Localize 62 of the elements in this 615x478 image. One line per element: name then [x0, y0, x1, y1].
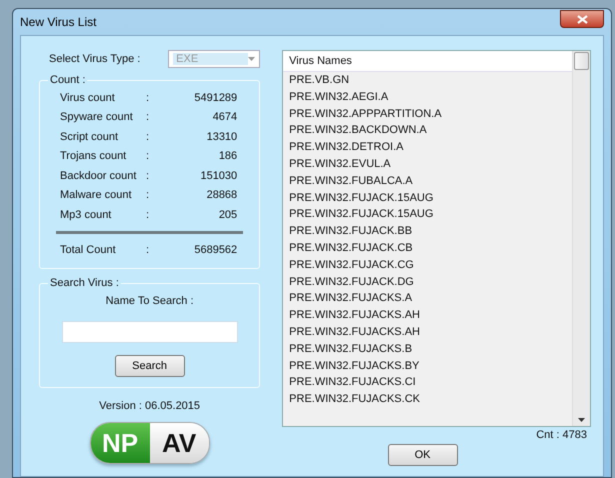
- list-item[interactable]: PRE.WIN32.FUJACK.DG: [283, 274, 572, 290]
- logo: NP AV: [90, 422, 210, 464]
- list-item[interactable]: PRE.WIN32.FUJACK.CB: [283, 240, 572, 257]
- count-label: Total Count: [60, 244, 117, 256]
- count-value: 4674: [212, 111, 238, 124]
- list-item[interactable]: PRE.WIN32.FUJACKS.AH: [283, 324, 572, 341]
- count-label: Trojans count: [60, 150, 128, 162]
- search-field[interactable]: [62, 321, 238, 343]
- count-value: 205: [218, 208, 238, 221]
- list-item[interactable]: PRE.WIN32.EVUL.A: [283, 156, 572, 173]
- column-header[interactable]: Virus Names: [283, 51, 572, 72]
- list-item[interactable]: PRE.WIN32.FUJACKS.A: [283, 290, 572, 308]
- count-total-text: Cnt : 4783: [536, 429, 588, 441]
- scroll-down-icon: [578, 418, 585, 422]
- version-text: Version : 06.05.2015: [98, 400, 202, 412]
- list-item[interactable]: PRE.WIN32.AEGI.A: [283, 88, 572, 106]
- separator-colon: :: [146, 92, 150, 104]
- scrollbar[interactable]: [572, 51, 590, 426]
- count-label: Backdoor count: [60, 170, 138, 182]
- list-item[interactable]: PRE.WIN32.FUJACKS.CI: [283, 374, 572, 392]
- separator-colon: :: [146, 111, 150, 124]
- close-icon: [576, 14, 588, 24]
- search-button[interactable]: Search: [114, 355, 185, 377]
- list-item[interactable]: PRE.WIN32.FUJACKS.CK: [283, 391, 572, 408]
- count-label: Script count: [60, 130, 120, 143]
- close-button[interactable]: [560, 10, 604, 28]
- count-value: 5689562: [193, 244, 238, 256]
- count-value: 5491289: [193, 92, 238, 104]
- count-label: Spyware count: [60, 111, 134, 124]
- list-item[interactable]: PRE.WIN32.APPPARTITION.A: [283, 106, 572, 122]
- ok-button[interactable]: OK: [388, 444, 458, 466]
- separator-colon: :: [146, 244, 150, 256]
- window-title: New Virus List: [20, 15, 96, 29]
- separator-colon: :: [146, 130, 150, 143]
- list-item[interactable]: PRE.WIN32.FUJACK.BB: [283, 223, 572, 240]
- count-label: Malware count: [60, 189, 133, 202]
- name-to-search-label: Name To Search :: [106, 295, 194, 307]
- list-item[interactable]: PRE.WIN32.FUJACKS.B: [283, 340, 572, 358]
- count-label: Virus count: [60, 92, 116, 104]
- count-value: 28868: [206, 189, 238, 202]
- count-label: Mp3 count: [60, 208, 112, 221]
- count-value: 186: [218, 150, 238, 162]
- list-item[interactable]: PRE.WIN32.FUJACKS.BY: [283, 358, 572, 374]
- separator-colon: :: [146, 208, 150, 221]
- search-legend: Search Virus :: [48, 277, 121, 289]
- separator-colon: :: [146, 189, 150, 202]
- list-item[interactable]: PRE.WIN32.FUJACK.15AUG: [283, 206, 572, 224]
- list-item[interactable]: PRE.VB.GN: [283, 72, 572, 89]
- virus-type-label: Select Virus Type :: [49, 53, 140, 65]
- separator-colon: :: [146, 150, 150, 162]
- scroll-thumb[interactable]: [574, 52, 589, 70]
- count-legend: Count :: [48, 74, 88, 86]
- list-item[interactable]: PRE.WIN32.FUJACKS.AH: [283, 307, 572, 324]
- list-item[interactable]: PRE.WIN32.FUBALCA.A: [283, 172, 572, 190]
- separator-colon: :: [146, 170, 150, 182]
- list-item[interactable]: PRE.WIN32.BACKDOWN.A: [283, 122, 572, 140]
- list-item[interactable]: PRE.WIN32.FUJACK.15AUG: [283, 190, 572, 206]
- list-item[interactable]: PRE.WIN32.DETROI.A: [283, 139, 572, 156]
- count-value: 13310: [206, 130, 238, 143]
- list-item[interactable]: PRE.WIN32.FUJACK.CG: [283, 256, 572, 274]
- dropdown-arrow-icon: [248, 57, 256, 61]
- count-value: 151030: [199, 170, 238, 182]
